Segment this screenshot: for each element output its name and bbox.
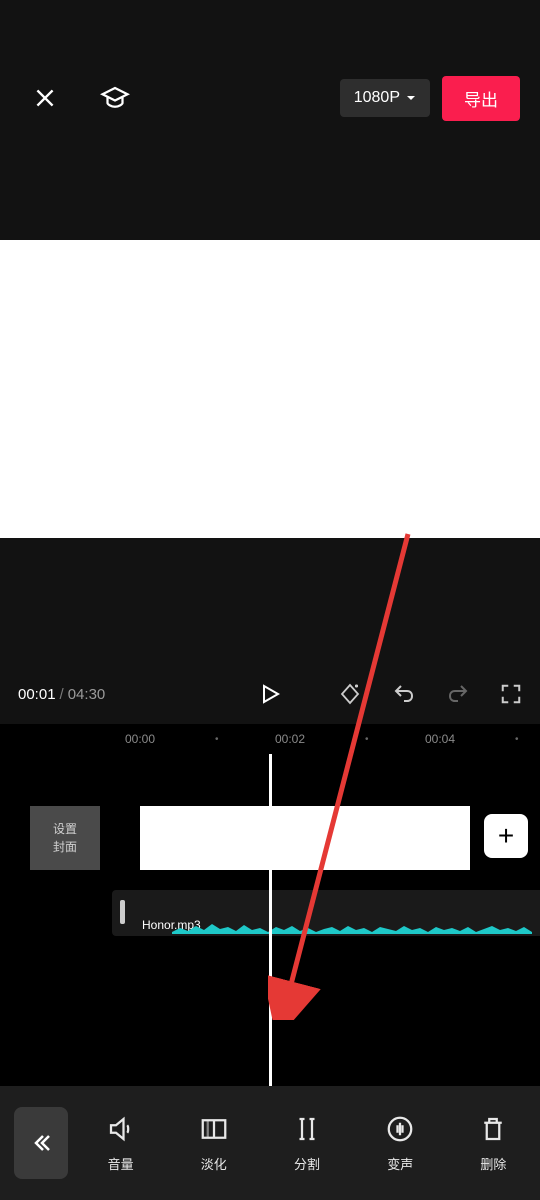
cover-label-2: 封面 [53, 838, 77, 856]
split-label: 分割 [294, 1154, 320, 1173]
fullscreen-icon[interactable] [500, 683, 522, 705]
playback-controls-area: 00:01 / 04:30 [0, 538, 540, 724]
plus-icon: + [498, 820, 514, 852]
audio-clip[interactable]: Honor.mp3 [112, 890, 540, 936]
ruler-dot: • [365, 734, 369, 745]
voicechange-icon [385, 1114, 415, 1144]
timeline-area[interactable]: 00:00 • 00:02 • 00:04 • 设置 封面 + Honor.mp… [0, 724, 540, 1086]
ruler-tick: 00:02 [275, 732, 305, 746]
audio-waveform [172, 918, 532, 934]
tutorial-icon[interactable] [100, 83, 130, 113]
delete-label: 删除 [480, 1154, 506, 1173]
control-right [338, 682, 522, 706]
resolution-button[interactable]: 1080P [340, 79, 430, 117]
audio-handle[interactable] [120, 900, 125, 924]
voicechange-tool[interactable]: 变声 [354, 1114, 447, 1173]
keyframe-icon[interactable] [338, 682, 362, 706]
split-icon [292, 1114, 322, 1144]
split-tool[interactable]: 分割 [260, 1114, 353, 1173]
voicechange-label: 变声 [387, 1154, 413, 1173]
redo-icon[interactable] [446, 682, 470, 706]
video-preview[interactable] [0, 240, 540, 538]
ruler-tick: 00:04 [425, 732, 455, 746]
header-bar: 1080P 导出 [0, 78, 540, 118]
fade-tool[interactable]: 淡化 [167, 1114, 260, 1173]
add-clip-button[interactable]: + [484, 814, 528, 858]
ruler-tick: 00:00 [125, 732, 155, 746]
time-duration: 04:30 [68, 686, 106, 703]
chevron-down-icon [406, 93, 416, 103]
resolution-label: 1080P [354, 89, 400, 107]
set-cover-button[interactable]: 设置 封面 [30, 806, 100, 870]
undo-icon[interactable] [392, 682, 416, 706]
playhead[interactable] [269, 754, 272, 1086]
collapse-toolbar-button[interactable] [14, 1107, 68, 1179]
export-label: 导出 [464, 91, 498, 110]
video-clip[interactable] [140, 806, 470, 870]
close-icon[interactable] [32, 85, 58, 111]
ruler-dot: • [215, 734, 219, 745]
time-separator: / [60, 686, 64, 703]
fade-label: 淡化 [201, 1154, 227, 1173]
control-bar: 00:01 / 04:30 [0, 682, 540, 706]
cover-label-1: 设置 [53, 820, 77, 838]
delete-tool[interactable]: 删除 [447, 1114, 540, 1173]
delete-icon [478, 1114, 508, 1144]
time-ruler[interactable]: 00:00 • 00:02 • 00:04 • [0, 724, 540, 754]
header-right: 1080P 导出 [340, 76, 520, 121]
time-current: 00:01 [18, 686, 56, 703]
ruler-dot: • [515, 734, 519, 745]
volume-label: 音量 [108, 1154, 134, 1173]
fade-icon [199, 1114, 229, 1144]
volume-icon [106, 1114, 136, 1144]
volume-tool[interactable]: 音量 [74, 1114, 167, 1173]
play-icon[interactable] [258, 682, 282, 706]
export-button[interactable]: 导出 [442, 76, 520, 121]
header-area: 1080P 导出 [0, 0, 540, 240]
bottom-toolbar: 音量 淡化 分割 变声 删除 [0, 1086, 540, 1200]
